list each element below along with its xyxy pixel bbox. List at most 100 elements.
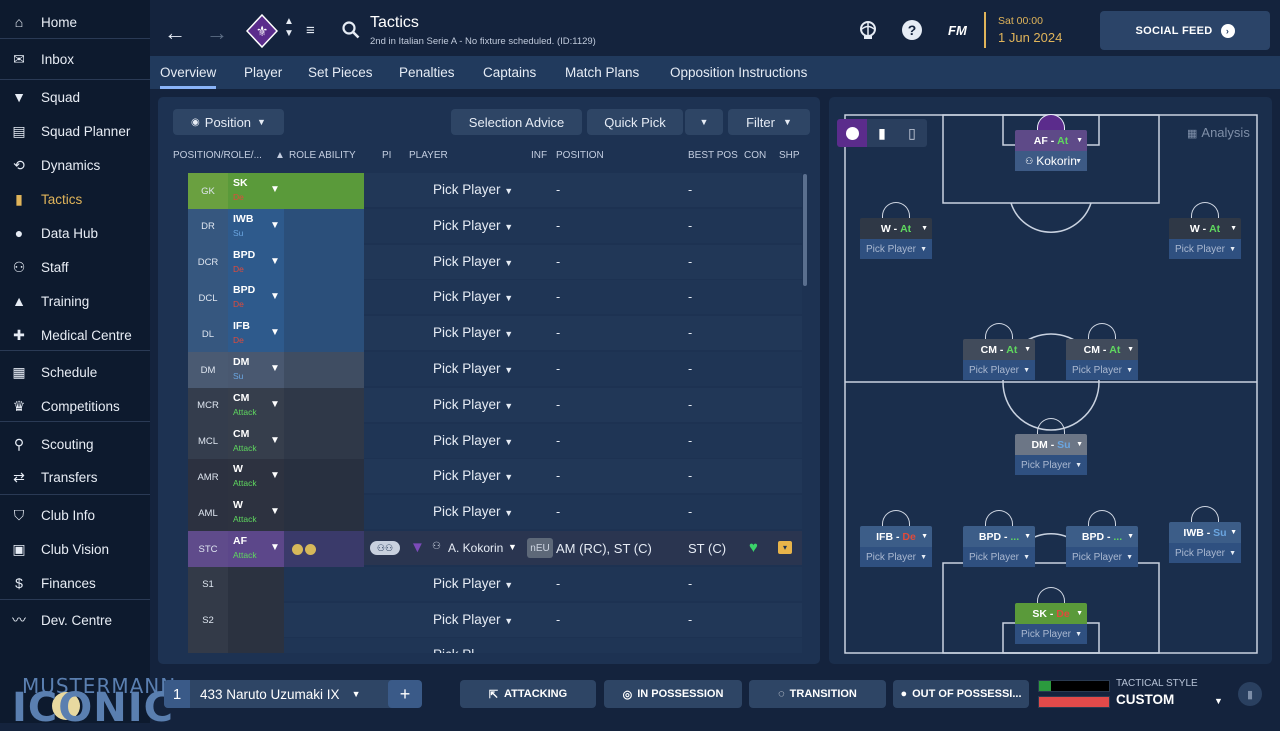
pitch-slot[interactable]: IFB - De ▼ Pick Player ▼ (860, 510, 932, 567)
table-row[interactable]: DCR BPD De ▼ Pick Player ▼ - - (188, 244, 802, 281)
pitch-slot[interactable]: SK - De ▼ Pick Player ▼ (1015, 587, 1087, 644)
menu-icon[interactable]: ≡ (306, 22, 315, 39)
forward-arrow-icon[interactable]: → (206, 20, 228, 46)
slot-player[interactable]: Pick Player ▼ (1169, 239, 1241, 259)
col-pos-role[interactable]: POSITION/ROLE/... (173, 150, 262, 161)
sidebar-item-squad[interactable]: ▼ Squad (0, 82, 150, 112)
role-cell[interactable]: AF Attack ▼ (228, 531, 284, 567)
sidebar-item-club-vision[interactable]: ▣ Club Vision (0, 534, 150, 564)
position-cell[interactable] (188, 638, 228, 653)
pitch-slot[interactable]: AF - At ▼ ⚇ Kokorin ▼ (1015, 114, 1087, 171)
attacking-button[interactable]: ⇱ ATTACKING (460, 680, 596, 708)
table-row[interactable]: DL IFB De ▼ Pick Player ▼ - - (188, 316, 802, 353)
pick-player-dropdown[interactable]: Pick Player ▼ (433, 468, 513, 483)
sidebar-item-tactics[interactable]: ▮ Tactics (0, 184, 150, 214)
tab-overview[interactable]: Overview (160, 56, 217, 89)
table-row[interactable]: Pick Pl... ▼ (188, 638, 802, 653)
filter-dropdown[interactable]: Filter ▼ (728, 109, 810, 135)
pick-player-dropdown[interactable]: Pick Pl... ▼ (433, 647, 498, 653)
quick-pick-button[interactable]: Quick Pick (587, 109, 683, 135)
transition-button[interactable]: ◌ TRANSITION (749, 680, 886, 708)
person-icon[interactable] (837, 119, 867, 147)
slot-role[interactable]: W - At ▼ (860, 218, 932, 239)
role-cell[interactable] (228, 638, 284, 653)
position-dropdown[interactable]: ◉ Position ▼ (173, 109, 284, 135)
position-cell[interactable]: DCR (188, 244, 228, 281)
pitch-slot[interactable]: CM - At ▼ Pick Player ▼ (1066, 323, 1138, 380)
sidebar-item-training[interactable]: ▲ Training (0, 286, 150, 316)
sidebar-item-finances[interactable]: $ Finances (0, 568, 150, 598)
sidebar-item-home[interactable]: ⌂ Home (0, 7, 150, 37)
position-cell[interactable]: DR (188, 208, 228, 245)
table-row[interactable]: DM DM Su ▼ Pick Player ▼ - - (188, 352, 802, 388)
sidebar-item-scouting[interactable]: ⚲ Scouting (0, 429, 150, 459)
role-cell[interactable]: SK De ▼ (228, 173, 284, 209)
pick-player-dropdown[interactable]: Pick Player ▼ (433, 218, 513, 233)
col-con[interactable]: CON (744, 150, 766, 161)
slot-player[interactable]: Pick Player ▼ (963, 547, 1035, 567)
position-cell[interactable]: DL (188, 316, 228, 353)
sidebar-item-inbox[interactable]: ✉ Inbox (0, 44, 150, 74)
sidebar-item-transfers[interactable]: ⇄ Transfers (0, 462, 150, 492)
quick-pick-menu[interactable]: ▼ (685, 109, 723, 135)
role-cell[interactable] (228, 566, 284, 603)
in-possession-button[interactable]: ◎ IN POSSESSION (604, 680, 742, 708)
table-row[interactable]: S1 Pick Player ▼ - - (188, 566, 802, 603)
position-cell[interactable]: MCR (188, 387, 228, 424)
pick-player-dropdown[interactable]: Pick Player ▼ (433, 289, 513, 304)
position-cell[interactable]: S2 (188, 602, 228, 639)
pitch-slot[interactable]: DM - Su ▼ Pick Player ▼ (1015, 418, 1087, 475)
tab-penalties[interactable]: Penalties (399, 56, 455, 89)
chevron-down-icon[interactable]: ▼ (1214, 696, 1223, 706)
slot-player[interactable]: Pick Player ▼ (1015, 455, 1087, 475)
analysis-icon[interactable]: ▮ (1238, 682, 1262, 706)
role-cell[interactable]: DM Su ▼ (228, 352, 284, 388)
pitch-slot[interactable]: IWB - Su ▼ Pick Player ▼ (1169, 506, 1241, 563)
col-position[interactable]: POSITION (556, 150, 604, 161)
add-tactic-button[interactable]: + (388, 680, 422, 708)
slot-role[interactable]: CM - At ▼ (963, 339, 1035, 360)
slot-role[interactable]: IFB - De ▼ (860, 526, 932, 547)
role-cell[interactable]: IWB Su ▼ (228, 208, 284, 245)
sidebar-item-competitions[interactable]: ♛ Competitions (0, 391, 150, 421)
analysis-button[interactable]: ▦ Analysis (1187, 125, 1250, 140)
help-icon[interactable]: ? (902, 20, 922, 40)
tactical-style-value[interactable]: CUSTOM (1116, 692, 1174, 707)
slot-role[interactable]: DM - Su ▼ (1015, 434, 1087, 455)
pitch-slot[interactable]: BPD - ... ▼ Pick Player ▼ (1066, 510, 1138, 567)
date-display[interactable]: Sat 00:00 1 Jun 2024 (984, 12, 1066, 48)
position-cell[interactable]: GK (188, 173, 228, 209)
scrollbar[interactable] (803, 174, 807, 286)
pick-player-dropdown[interactable]: Pick Player ▼ (433, 433, 513, 448)
table-row[interactable]: DCL BPD De ▼ Pick Player ▼ - - (188, 280, 802, 317)
sidebar-item-staff[interactable]: ⚇ Staff (0, 252, 150, 282)
slot-role[interactable]: AF - At ▼ (1015, 130, 1087, 151)
pick-player-dropdown[interactable]: Pick Player ▼ (433, 576, 513, 591)
pitch-slot[interactable]: W - At ▼ Pick Player ▼ (860, 202, 932, 259)
slot-role[interactable]: BPD - ... ▼ (963, 526, 1035, 547)
table-row[interactable]: MCR CM Attack ▼ Pick Player ▼ - - (188, 387, 802, 424)
col-role-ability[interactable]: ROLE ABILITY (289, 150, 356, 161)
club-switch-icon[interactable]: ▲ ▼ (284, 16, 294, 40)
social-feed-button[interactable]: SOCIAL FEED › (1100, 11, 1270, 50)
back-arrow-icon[interactable]: ← (164, 20, 186, 46)
position-cell[interactable]: STC (188, 531, 228, 567)
role-cell[interactable]: BPD De ▼ (228, 280, 284, 317)
club-badge-icon[interactable]: ⚜ (246, 14, 278, 48)
sidebar-item-data-hub[interactable]: ● Data Hub (0, 218, 150, 248)
slot-player[interactable]: Pick Player ▼ (1169, 543, 1241, 563)
role-cell[interactable]: W Attack ▼ (228, 495, 284, 532)
slot-player[interactable]: Pick Player ▼ (860, 547, 932, 567)
tab-player[interactable]: Player (244, 56, 282, 89)
sidebar-item-dev-centre[interactable]: 〰 Dev. Centre (0, 605, 150, 635)
position-cell[interactable]: AML (188, 495, 228, 532)
role-cell[interactable]: CM Attack ▼ (228, 387, 284, 424)
role-cell[interactable]: W Attack ▼ (228, 459, 284, 496)
out-of-possession-button[interactable]: ● OUT OF POSSESSI... (893, 680, 1029, 708)
pick-player-dropdown[interactable]: Pick Player ▼ (433, 504, 513, 519)
slot-player[interactable]: Pick Player ▼ (1066, 360, 1138, 380)
table-row[interactable]: STC AF Attack ▼ ⚇⚇ ▼ ⚇ A. Kokorin ▼ nEU AM (RC), S… (188, 531, 802, 567)
sidebar-item-medical-centre[interactable]: ✚ Medical Centre (0, 320, 150, 350)
role-cell[interactable]: IFB De ▼ (228, 316, 284, 353)
chevron-down-icon[interactable]: ▼ (508, 542, 517, 552)
